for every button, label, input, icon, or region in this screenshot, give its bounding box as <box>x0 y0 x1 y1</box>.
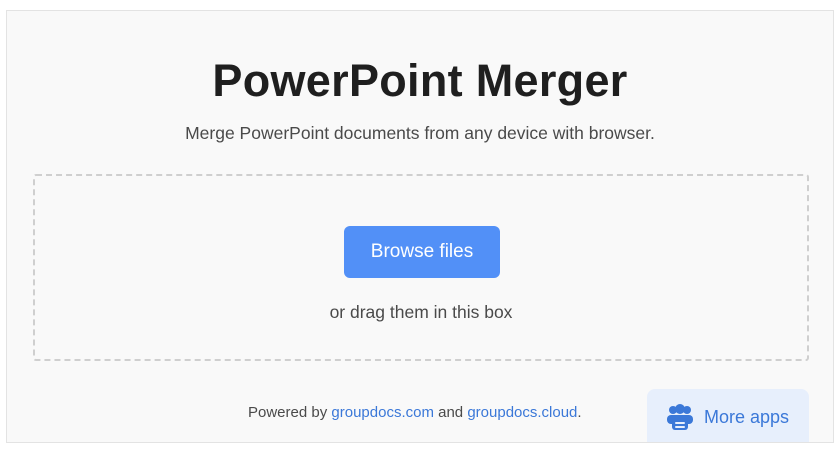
more-apps-label: More apps <box>704 407 790 427</box>
page-subtitle: Merge PowerPoint documents from any devi… <box>185 123 655 143</box>
more-apps-button[interactable]: More apps <box>647 389 809 442</box>
powered-by-text: Powered by <box>248 404 332 421</box>
app-container: PowerPoint Merger Merge PowerPoint docum… <box>6 10 834 443</box>
period-text: . <box>577 404 582 421</box>
powered-by-footer: Powered by groupdocs.com and groupdocs.c… <box>248 403 582 423</box>
page-title: PowerPoint Merger <box>212 55 628 106</box>
groupdocs-com-link[interactable]: groupdocs.com <box>331 404 434 421</box>
file-drop-zone[interactable]: Browse files or drag them in this box <box>33 174 809 361</box>
browse-files-button[interactable]: Browse files <box>344 226 500 278</box>
groupdocs-cloud-link[interactable]: groupdocs.cloud <box>467 404 577 421</box>
and-text: and <box>433 404 468 421</box>
drag-hint: or drag them in this box <box>329 302 513 322</box>
users-group-icon <box>665 402 695 432</box>
